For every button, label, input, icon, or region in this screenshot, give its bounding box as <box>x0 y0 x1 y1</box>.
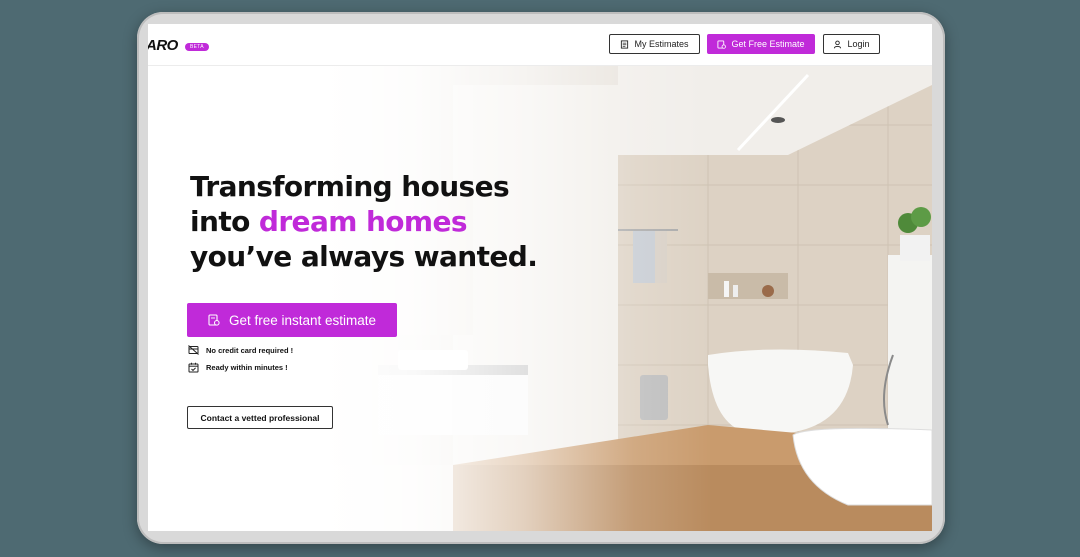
feature-text: No credit card required ! <box>206 345 294 355</box>
user-icon <box>834 40 842 48</box>
document-list-icon <box>621 39 629 49</box>
cta-label: Get free instant estimate <box>228 312 377 328</box>
hero-section: Transforming houses into dream homes you… <box>148 65 932 531</box>
estimate-icon <box>717 39 727 49</box>
contact-professional-button[interactable]: Contact a vetted professional <box>187 406 333 429</box>
hero-headline: Transforming houses into dream homes you… <box>190 169 538 274</box>
headline-line-2-prefix: into <box>190 205 259 238</box>
calendar-check-icon <box>188 362 199 373</box>
contact-label: Contact a vetted professional <box>200 412 320 423</box>
feature-ready-minutes: Ready within minutes ! <box>188 362 288 373</box>
my-estimates-label: My Estimates <box>634 39 689 49</box>
get-free-estimate-button[interactable]: Get Free Estimate <box>707 34 815 54</box>
feature-no-credit-card: No credit card required ! <box>188 345 293 355</box>
site-logo[interactable]: ARO <box>148 37 178 54</box>
login-label: Login <box>847 39 870 49</box>
headline-line-1: Transforming houses <box>190 170 510 203</box>
headline-accent: dream homes <box>258 205 468 238</box>
no-card-icon <box>188 345 199 355</box>
hero-fade-overlay <box>148 65 932 531</box>
beta-badge: BETA <box>185 43 209 51</box>
browser-viewport: ARO BETA My Estimates Get Free Estimate <box>148 24 932 531</box>
login-button[interactable]: Login <box>823 34 880 54</box>
site-header: ARO BETA My Estimates Get Free Estimate <box>148 24 932 66</box>
estimate-icon <box>208 314 220 326</box>
headline-line-3: you’ve always wanted. <box>190 240 538 273</box>
my-estimates-button[interactable]: My Estimates <box>609 34 700 54</box>
get-free-estimate-label: Get Free Estimate <box>731 39 805 49</box>
get-instant-estimate-button[interactable]: Get free instant estimate <box>187 303 397 337</box>
feature-text: Ready within minutes ! <box>206 363 288 372</box>
